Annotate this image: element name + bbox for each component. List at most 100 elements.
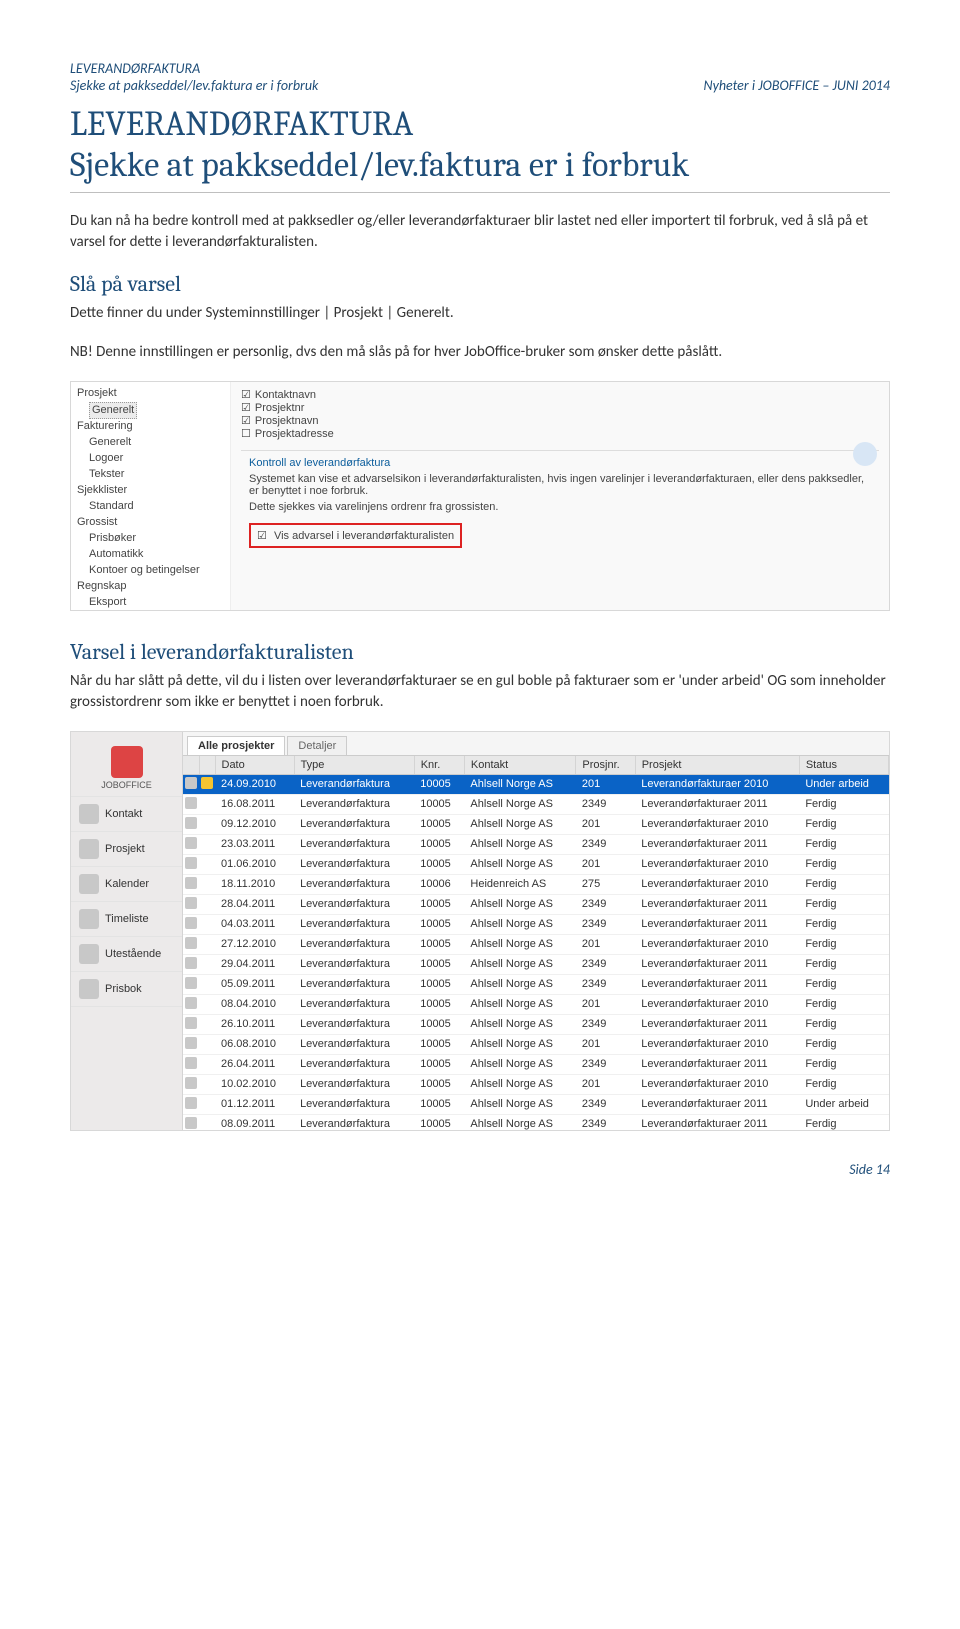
table-row[interactable]: 26.04.2011Leverandørfaktura10005Ahlsell …	[183, 1054, 889, 1074]
table-cell: Leverandørfakturaer 2011	[635, 974, 799, 994]
table-row[interactable]: 29.04.2011Leverandørfaktura10005Ahlsell …	[183, 954, 889, 974]
tree-item[interactable]: Tekster	[89, 468, 124, 480]
table-row[interactable]: 01.06.2010Leverandørfaktura10005Ahlsell …	[183, 854, 889, 874]
edit-icon[interactable]	[185, 917, 197, 929]
table-cell: 10005	[414, 954, 464, 974]
edit-icon[interactable]	[185, 1117, 197, 1129]
table-cell: Leverandørfaktura	[294, 994, 414, 1014]
edit-icon[interactable]	[185, 1057, 197, 1069]
table-cell: Leverandørfaktura	[294, 934, 414, 954]
edit-icon[interactable]	[185, 777, 197, 789]
checkbox-icon[interactable]	[241, 402, 255, 414]
tree-item[interactable]: Regnskap	[77, 580, 127, 592]
table-header[interactable]	[183, 756, 199, 775]
table-cell: Leverandørfaktura	[294, 1094, 414, 1114]
table-header[interactable]: Knr.	[414, 756, 464, 775]
table-header[interactable]: Prosjnr.	[576, 756, 635, 775]
table-header[interactable]: Type	[294, 756, 414, 775]
nav-item[interactable]: Kalender	[71, 867, 182, 902]
edit-icon[interactable]	[185, 837, 197, 849]
table-header[interactable]: Dato	[215, 756, 294, 775]
tree-item[interactable]: Kontoer og betingelser	[89, 564, 200, 576]
table-cell: Ferdig	[799, 1034, 888, 1054]
table-header[interactable]	[199, 756, 215, 775]
table-header[interactable]: Kontakt	[464, 756, 575, 775]
table-cell: Leverandørfaktura	[294, 894, 414, 914]
tree-item[interactable]: Eksport	[89, 596, 126, 608]
tab-alle-prosjekter[interactable]: Alle prosjekter	[187, 736, 285, 755]
edit-icon[interactable]	[185, 937, 197, 949]
nav-label: Kontakt	[105, 808, 142, 820]
joboffice-logo-text: JOBOFFICE	[101, 780, 152, 790]
nav-item[interactable]: Prosjekt	[71, 832, 182, 867]
nav-item[interactable]: Utestående	[71, 937, 182, 972]
checkbox-icon[interactable]	[241, 415, 255, 427]
table-cell: Leverandørfaktura	[294, 794, 414, 814]
table-cell: 10005	[414, 974, 464, 994]
edit-icon[interactable]	[185, 997, 197, 1009]
table-cell: 10005	[414, 1034, 464, 1054]
edit-icon[interactable]	[185, 1017, 197, 1029]
table-cell: Leverandørfaktura	[294, 834, 414, 854]
edit-icon[interactable]	[185, 957, 197, 969]
table-row[interactable]: 09.12.2010Leverandørfaktura10005Ahlsell …	[183, 814, 889, 834]
table-cell: 2349	[576, 974, 635, 994]
tree-item[interactable]: Generelt	[89, 436, 131, 448]
tree-item[interactable]: Fakturering	[77, 420, 133, 432]
tree-item[interactable]: Sjekklister	[77, 484, 127, 496]
settings-warning-checkbox[interactable]	[257, 530, 271, 542]
header-left-1: LEVERANDØRFAKTURA	[70, 60, 318, 77]
table-cell: Leverandørfakturaer 2011	[635, 1054, 799, 1074]
table-row[interactable]: 04.03.2011Leverandørfaktura10005Ahlsell …	[183, 914, 889, 934]
edit-icon[interactable]	[185, 857, 197, 869]
checkbox-icon[interactable]	[241, 389, 255, 401]
table-row[interactable]: 05.09.2011Leverandørfaktura10005Ahlsell …	[183, 974, 889, 994]
tree-item[interactable]: Automatikk	[89, 548, 143, 560]
table-cell: Leverandørfakturaer 2010	[635, 814, 799, 834]
edit-icon[interactable]	[185, 1097, 197, 1109]
checkbox-label: Kontaktnavn	[255, 389, 316, 401]
warning-icon	[201, 777, 213, 789]
tab-detaljer[interactable]: Detaljer	[287, 736, 347, 755]
nav-item[interactable]: Timeliste	[71, 902, 182, 937]
checkbox-icon[interactable]	[241, 428, 255, 440]
edit-icon[interactable]	[185, 1077, 197, 1089]
edit-icon[interactable]	[185, 977, 197, 989]
tree-item[interactable]: Prosjekt	[77, 387, 117, 399]
table-header[interactable]: Status	[799, 756, 888, 775]
table-row[interactable]: 28.04.2011Leverandørfaktura10005Ahlsell …	[183, 894, 889, 914]
table-row[interactable]: 23.03.2011Leverandørfaktura10005Ahlsell …	[183, 834, 889, 854]
table-row[interactable]: 18.11.2010Leverandørfaktura10006Heidenre…	[183, 874, 889, 894]
settings-warning-checkbox-label: Vis advarsel i leverandørfakturalisten	[274, 530, 454, 542]
table-row[interactable]: 10.02.2010Leverandørfaktura10005Ahlsell …	[183, 1074, 889, 1094]
table-cell: Ferdig	[799, 1074, 888, 1094]
table-cell: 01.06.2010	[215, 854, 294, 874]
table-row[interactable]: 08.09.2011Leverandørfaktura10005Ahlsell …	[183, 1114, 889, 1131]
tree-item[interactable]: Standard	[89, 500, 134, 512]
table-row[interactable]: 27.12.2010Leverandørfaktura10005Ahlsell …	[183, 934, 889, 954]
edit-icon[interactable]	[185, 797, 197, 809]
tree-item[interactable]: Logoer	[89, 452, 123, 464]
edit-icon[interactable]	[185, 877, 197, 889]
table-cell: Leverandørfakturaer 2011	[635, 914, 799, 934]
checkbox-label: Prosjektadresse	[255, 428, 334, 440]
edit-icon[interactable]	[185, 897, 197, 909]
nav-item[interactable]: Prisbok	[71, 972, 182, 1007]
tree-item[interactable]: Prisbøker	[89, 532, 136, 544]
nav-item[interactable]: Kontakt	[71, 797, 182, 832]
table-row[interactable]: 26.10.2011Leverandørfaktura10005Ahlsell …	[183, 1014, 889, 1034]
table-row[interactable]: 16.08.2011Leverandørfaktura10005Ahlsell …	[183, 794, 889, 814]
table-row[interactable]: 24.09.2010Leverandørfaktura10005Ahlsell …	[183, 774, 889, 794]
table-row[interactable]: 06.08.2010Leverandørfaktura10005Ahlsell …	[183, 1034, 889, 1054]
edit-icon[interactable]	[185, 1037, 197, 1049]
nav-label: Prisbok	[105, 983, 142, 995]
tree-item[interactable]: Generelt	[89, 402, 137, 420]
table-row[interactable]: 08.04.2010Leverandørfaktura10005Ahlsell …	[183, 994, 889, 1014]
table-cell: 29.04.2011	[215, 954, 294, 974]
table-header[interactable]: Prosjekt	[635, 756, 799, 775]
table-row[interactable]: 01.12.2011Leverandørfaktura10005Ahlsell …	[183, 1094, 889, 1114]
edit-icon[interactable]	[185, 817, 197, 829]
table-cell: Ahlsell Norge AS	[464, 914, 575, 934]
tree-item[interactable]: Grossist	[77, 516, 117, 528]
table-cell: 10.02.2010	[215, 1074, 294, 1094]
